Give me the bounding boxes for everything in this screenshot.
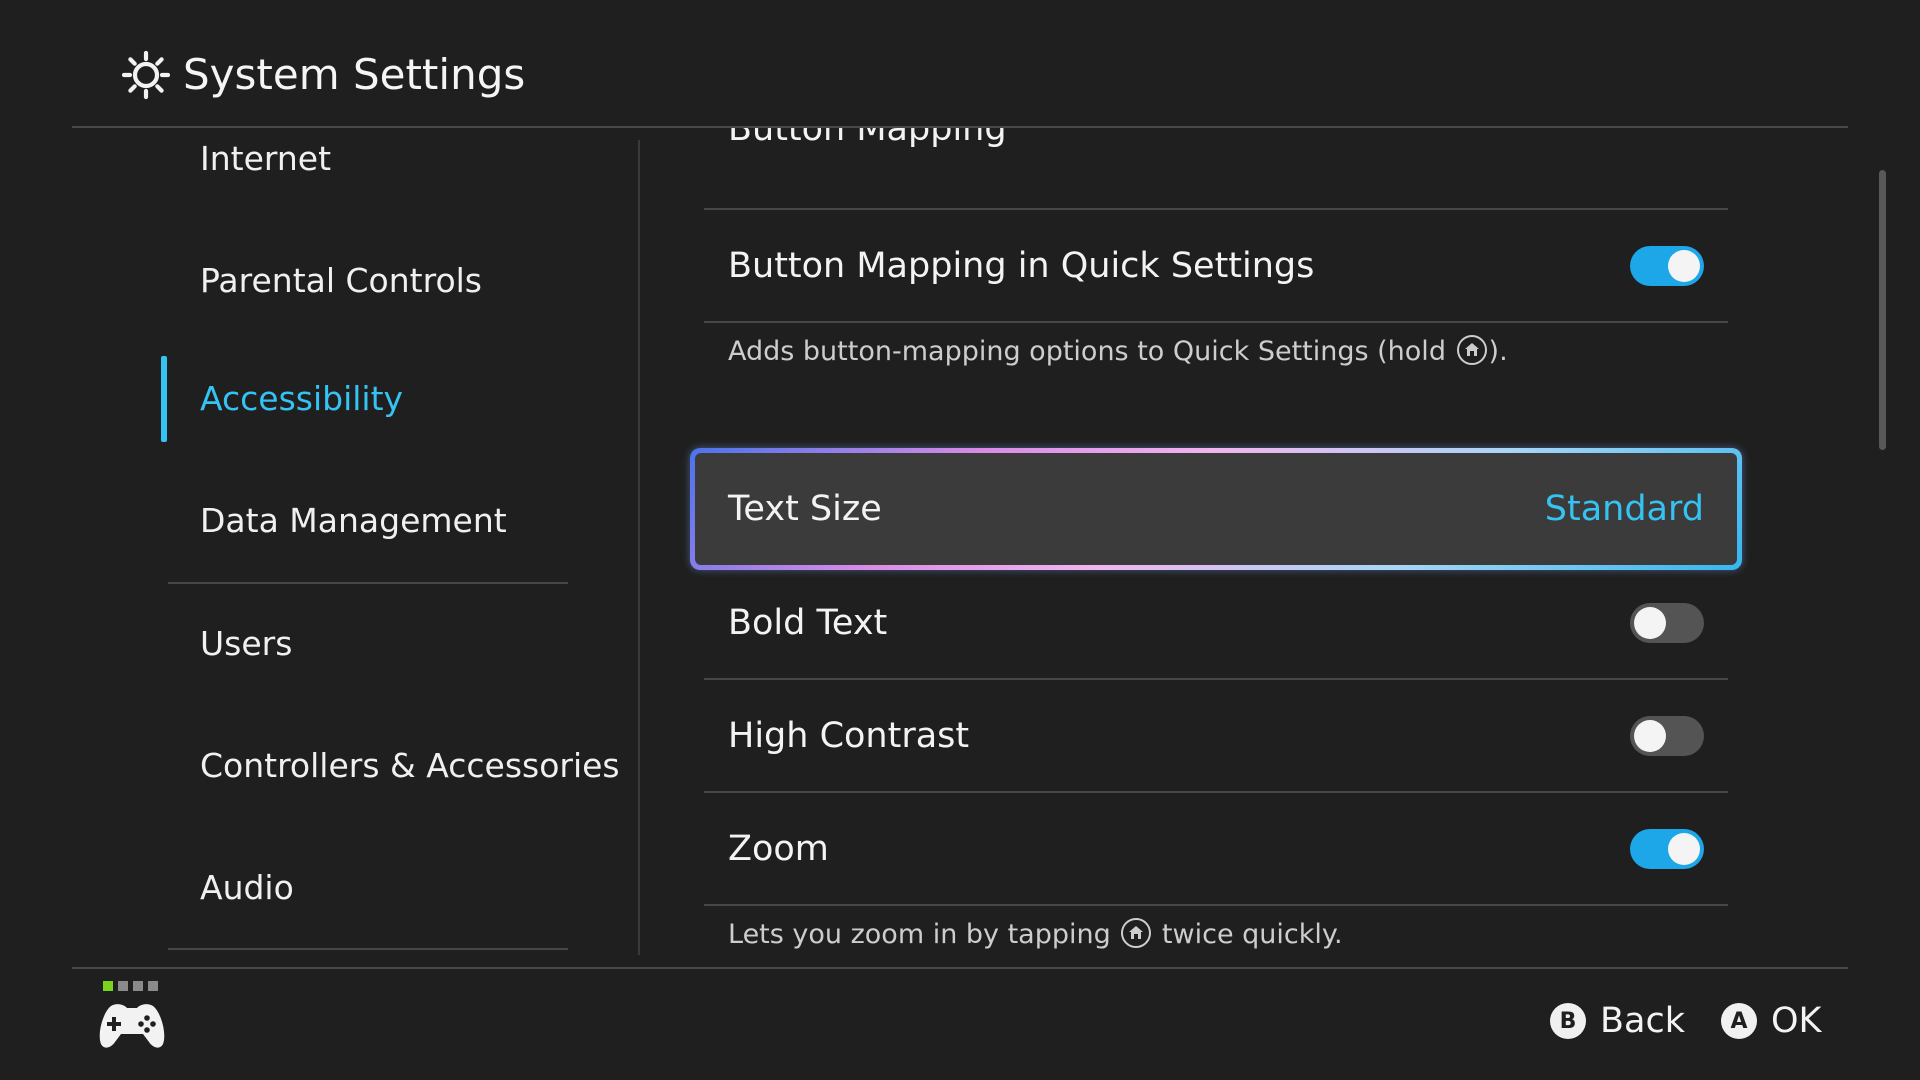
sidebar-divider — [168, 948, 568, 950]
system-settings-screen: System Settings Internet Parental Contro… — [0, 0, 1920, 1080]
ok-button[interactable]: A OK — [1721, 1000, 1822, 1042]
gear-icon — [121, 50, 171, 100]
ok-label: OK — [1771, 1001, 1822, 1041]
player-indicator-dot — [148, 981, 158, 991]
sidebar: Internet Parental Controls Accessibility… — [0, 128, 640, 968]
setting-row-text-size[interactable]: Text Size Standard — [690, 448, 1742, 570]
setting-label: Button Mapping in Quick Settings — [728, 246, 1315, 286]
toggle-knob — [1668, 833, 1700, 865]
setting-row-button-mapping[interactable]: Button Mapping — [704, 128, 1728, 185]
player-indicator-dot — [118, 981, 128, 991]
sidebar-item-internet[interactable]: Internet — [200, 137, 331, 181]
home-button-icon — [1456, 335, 1487, 365]
description-text-end: ). — [1488, 336, 1508, 367]
row-divider — [704, 904, 1728, 906]
setting-row-button-mapping-quick-settings[interactable]: Button Mapping in Quick Settings — [704, 210, 1728, 322]
toggle-knob — [1634, 720, 1666, 752]
zoom-toggle[interactable] — [1630, 829, 1704, 869]
description-text-end: twice quickly. — [1153, 919, 1343, 950]
row-divider — [704, 321, 1728, 323]
scrollbar[interactable] — [1879, 170, 1886, 450]
player-indicator-dot-active — [103, 981, 113, 991]
player-indicator-dot — [133, 981, 143, 991]
a-button-icon: A — [1721, 1003, 1757, 1039]
home-button-icon — [1121, 918, 1152, 948]
footer-divider — [72, 967, 1848, 969]
sidebar-item-controllers-accessories[interactable]: Controllers & Accessories — [200, 744, 620, 788]
gamepad-icon — [99, 1004, 165, 1048]
button-mapping-quick-toggle[interactable] — [1630, 246, 1704, 286]
setting-label: Zoom — [728, 829, 829, 869]
page-title: System Settings — [183, 50, 526, 99]
setting-row-high-contrast[interactable]: High Contrast — [704, 680, 1728, 792]
text-size-focus-area: Text Size Standard — [695, 453, 1737, 565]
toggle-knob — [1668, 250, 1700, 282]
sidebar-item-parental-controls[interactable]: Parental Controls — [200, 259, 482, 303]
bold-text-toggle[interactable] — [1630, 603, 1704, 643]
setting-label: Text Size — [728, 489, 882, 529]
setting-label: Button Mapping — [728, 128, 1007, 149]
toggle-knob — [1634, 607, 1666, 639]
header: System Settings — [0, 0, 1920, 128]
text-size-value: Standard — [1544, 489, 1704, 529]
high-contrast-toggle[interactable] — [1630, 716, 1704, 756]
zoom-description: Lets you zoom in by tapping twice quickl… — [728, 917, 1343, 953]
button-mapping-description: Adds button-mapping options to Quick Set… — [728, 334, 1508, 370]
b-button-icon: B — [1550, 1003, 1586, 1039]
sidebar-item-users[interactable]: Users — [200, 622, 292, 666]
setting-label: High Contrast — [728, 716, 970, 756]
sidebar-active-indicator — [161, 356, 167, 442]
back-label: Back — [1600, 1001, 1685, 1041]
sidebar-item-data-management[interactable]: Data Management — [200, 499, 507, 543]
setting-row-bold-text[interactable]: Bold Text — [704, 567, 1728, 679]
sidebar-item-audio[interactable]: Audio — [200, 866, 294, 910]
sidebar-divider — [168, 582, 568, 584]
description-text: Adds button-mapping options to Quick Set… — [728, 336, 1455, 367]
back-button[interactable]: B Back — [1550, 1000, 1685, 1042]
setting-row-zoom[interactable]: Zoom — [704, 793, 1728, 905]
sidebar-item-accessibility[interactable]: Accessibility — [200, 377, 403, 421]
settings-content: Button Mapping Button Mapping in Quick S… — [640, 128, 1780, 968]
setting-label: Bold Text — [728, 603, 888, 643]
description-text: Lets you zoom in by tapping — [728, 919, 1120, 950]
player-indicator — [103, 981, 163, 993]
